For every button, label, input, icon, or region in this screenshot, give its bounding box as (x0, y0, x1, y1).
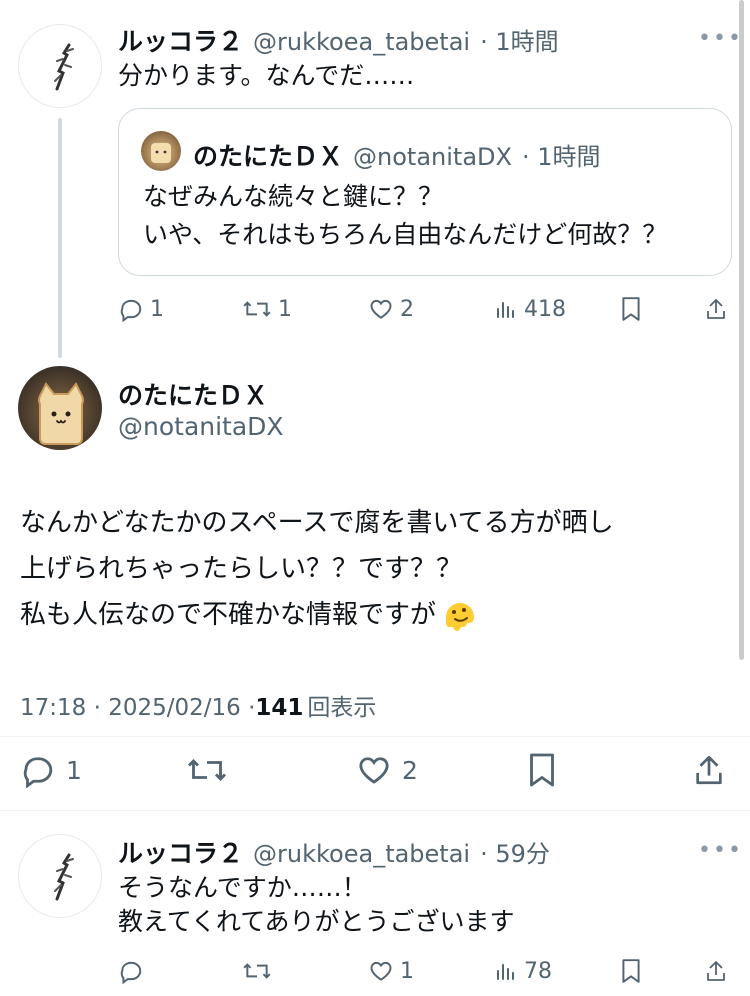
reply-icon (120, 961, 142, 984)
bread-cat-avatar-icon (38, 382, 84, 445)
main-reply-count: 1 (66, 755, 82, 785)
reply-button[interactable]: 1 (118, 296, 164, 322)
heart-icon (359, 757, 389, 784)
more-options-icon[interactable]: ••• (698, 838, 743, 863)
reply-text-line1: そうなんですか……！ (118, 873, 367, 902)
retweet-icon (243, 301, 271, 317)
reply-author-name[interactable]: ルッコラ２ (118, 834, 243, 870)
main-author-name[interactable]: のたにたＤＸ (118, 376, 268, 412)
main-like-count: 2 (402, 755, 418, 785)
like-count: 2 (400, 296, 414, 322)
share-button[interactable] (704, 296, 728, 322)
main-text-line3: 私も人伝なので不確かな情報ですが (20, 600, 437, 630)
analytics-icon (497, 964, 514, 980)
author-handle[interactable]: @rukkoea_tabetai (253, 28, 470, 56)
like-count: 1 (400, 958, 414, 984)
main-view-count: 141 (255, 695, 304, 721)
retweet-button[interactable] (242, 958, 272, 984)
views-button[interactable]: 418 (494, 296, 566, 322)
tweet-time[interactable]: · 1時間 (480, 22, 559, 57)
main-timestamp: 17:18 · 2025/02/16 · (20, 695, 256, 721)
retweet-icon (243, 963, 271, 979)
share-button[interactable] (704, 958, 728, 984)
retweet-icon (187, 758, 227, 782)
views-button[interactable]: 78 (494, 958, 552, 984)
bookmark-icon (622, 959, 640, 983)
author-name[interactable]: ルッコラ２ (118, 22, 243, 58)
retweet-button[interactable]: 1 (242, 296, 292, 322)
reply-icon (120, 299, 142, 322)
avatar-rukkora[interactable] (18, 24, 102, 108)
quote-author-name: のたにたＤＸ (193, 142, 344, 171)
main-retweet-button[interactable] (186, 752, 228, 788)
bookmark-icon (622, 297, 640, 321)
main-text-line2: 上げられちゃったらしい？？です？？ (20, 554, 463, 584)
reply-button[interactable] (118, 958, 144, 984)
bookmark-button[interactable] (620, 958, 642, 984)
retweet-count: 1 (278, 296, 292, 322)
main-reply-button[interactable]: 1 (20, 752, 82, 788)
divider (0, 810, 750, 811)
quote-text-line2: いや、それはもちろん自由なんだけど何故？？ (143, 220, 668, 249)
main-like-button[interactable]: 2 (356, 752, 418, 788)
bookmark-icon (530, 753, 554, 787)
heart-icon (370, 961, 392, 981)
divider (0, 736, 750, 737)
share-icon (707, 961, 725, 981)
main-bookmark-button[interactable] (526, 752, 558, 788)
quoted-tweet-card[interactable]: のたにたＤＸ @notanitaDX · 1時間 なぜみんな続々と鍵に？？ いや… (118, 108, 732, 276)
scrollbar[interactable] (739, 0, 744, 660)
main-text-line1: なんかどなたかのスペースで腐を書いてる方が晒し (20, 508, 614, 538)
main-share-button[interactable] (692, 752, 726, 788)
rukkora-sketch-icon (54, 853, 74, 901)
reply-icon (23, 757, 53, 788)
share-icon (696, 755, 722, 785)
main-view-label: 回表示 (307, 695, 377, 721)
melting-face-emoji-icon (446, 603, 475, 631)
more-options-icon[interactable]: ••• (698, 26, 743, 51)
quote-avatar (141, 131, 181, 171)
quote-text-line1: なぜみんな続々と鍵に？？ (143, 182, 444, 211)
tweet-text: 分かります。なんでだ…… (118, 61, 415, 90)
main-author-handle[interactable]: @notanitaDX (118, 412, 284, 441)
heart-icon (370, 299, 392, 319)
reply-author-handle[interactable]: @rukkoea_tabetai (253, 840, 470, 868)
rukkora-sketch-icon (54, 43, 74, 91)
quote-author-handle: @notanitaDX (353, 143, 512, 171)
view-count: 78 (524, 958, 552, 984)
reply-text-line2: 教えてくれてありがとうございます (118, 907, 515, 936)
reply-count: 1 (150, 296, 164, 322)
like-button[interactable]: 2 (368, 296, 414, 322)
avatar-rukkora[interactable] (18, 834, 102, 918)
analytics-icon (497, 302, 514, 318)
view-count: 418 (524, 296, 566, 322)
share-icon (707, 299, 725, 319)
bookmark-button[interactable] (620, 296, 642, 322)
thread-connector (58, 118, 62, 358)
like-button[interactable]: 1 (368, 958, 414, 984)
bread-cat-icon (151, 143, 171, 163)
quote-time: · 1時間 (521, 143, 601, 171)
reply-time[interactable]: · 59分 (480, 834, 550, 869)
avatar-notanita[interactable] (18, 366, 102, 450)
